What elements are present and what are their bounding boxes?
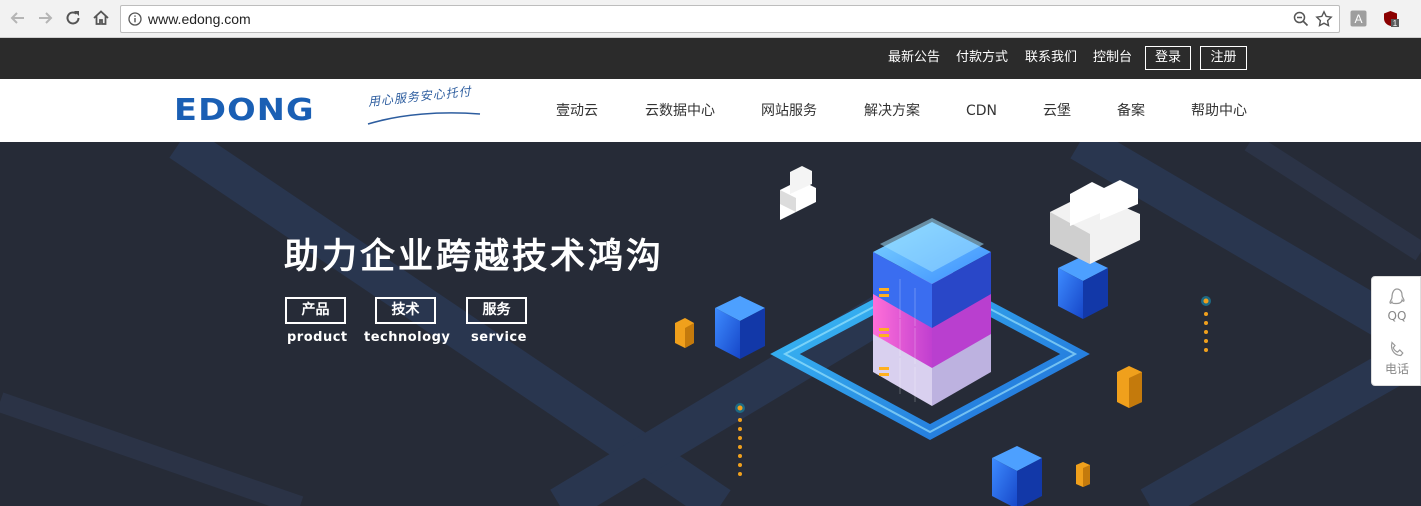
orange-block-bottom [1076, 462, 1090, 487]
tag-technology-subtitle: technology [364, 330, 451, 345]
orange-block-right [1117, 366, 1142, 408]
reload-button[interactable] [61, 6, 85, 30]
ublock-extension-button[interactable]: 1 [1382, 10, 1399, 28]
blue-cube-right [1058, 256, 1108, 319]
login-button[interactable]: 登录 [1145, 46, 1191, 70]
phone-contact-button[interactable]: 电话 [1372, 340, 1421, 376]
phone-label: 电话 [1384, 362, 1409, 376]
edong-logo[interactable]: EDONG [174, 96, 315, 126]
white-block-small [780, 166, 816, 220]
home-icon [93, 10, 109, 25]
tag-service-subtitle: service [471, 330, 527, 345]
url-text[interactable]: www.edong.com [148, 10, 251, 28]
browser-toolbar: www.edong.com A 1 [0, 0, 1421, 38]
white-block-large [1050, 180, 1140, 264]
hero-banner[interactable]: 助力企业跨越技术鸿沟 产品 技术 服务 product technology s… [0, 142, 1421, 506]
forward-button[interactable] [33, 6, 57, 30]
hero-datacenter-illustration [675, 166, 1211, 506]
tag-technology: 技术 [375, 297, 436, 324]
nav-item-cloud-fortress[interactable]: 云堡 [1043, 102, 1071, 120]
main-navigation: EDONG 用心服务安心托付 壹动云 云数据中心 网站服务 解决方案 CDN 云… [0, 79, 1421, 142]
floating-contact-panel: QQ 电话 [1371, 276, 1421, 386]
nav-item-help-center[interactable]: 帮助中心 [1191, 102, 1247, 120]
nav-item-edong-cloud[interactable]: 壹动云 [556, 102, 598, 120]
server-stack [873, 218, 991, 406]
translate-extension-button[interactable]: A [1350, 10, 1367, 27]
info-icon[interactable] [128, 12, 142, 26]
tag-product-subtitle: product [287, 330, 348, 345]
zoom-out-icon[interactable] [1293, 11, 1309, 27]
topbar-link-announcements[interactable]: 最新公告 [888, 50, 940, 66]
topbar-link-console[interactable]: 控制台 [1093, 50, 1132, 66]
svg-text:A: A [1354, 12, 1362, 26]
bookmark-star-icon[interactable] [1315, 10, 1333, 28]
hero-title: 助力企业跨越技术鸿沟 [284, 237, 665, 277]
nav-item-cloud-datacenter[interactable]: 云数据中心 [645, 102, 715, 120]
blue-cube-left [715, 296, 765, 359]
translate-icon: A [1350, 10, 1367, 27]
back-button[interactable] [6, 6, 30, 30]
blue-cube-bottom [992, 446, 1042, 506]
nav-item-cdn[interactable]: CDN [966, 102, 997, 120]
orange-block-left [675, 318, 694, 348]
arrow-right-icon [39, 12, 53, 24]
site-topbar: 最新公告 付款方式 联系我们 控制台 登录 注册 [0, 38, 1421, 79]
tag-product: 产品 [285, 297, 346, 324]
phone-icon [1390, 341, 1404, 357]
qq-label: QQ [1387, 309, 1407, 323]
nav-item-icp-filing[interactable]: 备案 [1117, 102, 1145, 120]
home-button[interactable] [89, 6, 113, 30]
beacon-left [735, 403, 745, 476]
nav-item-solutions[interactable]: 解决方案 [864, 102, 920, 120]
beacon-right [1201, 296, 1211, 352]
tag-service: 服务 [466, 297, 527, 324]
shield-icon: 1 [1384, 11, 1399, 28]
qq-penguin-icon [1389, 288, 1405, 305]
reload-icon [66, 11, 80, 25]
topbar-link-contact[interactable]: 联系我们 [1025, 50, 1077, 66]
qq-contact-button[interactable]: QQ [1372, 287, 1421, 323]
address-bar[interactable]: www.edong.com [120, 5, 1340, 33]
register-button[interactable]: 注册 [1200, 46, 1247, 70]
nav-item-website-services[interactable]: 网站服务 [761, 102, 817, 120]
svg-text:1: 1 [1393, 19, 1398, 27]
topbar-link-payment[interactable]: 付款方式 [956, 50, 1008, 66]
arrow-left-icon [10, 12, 24, 24]
